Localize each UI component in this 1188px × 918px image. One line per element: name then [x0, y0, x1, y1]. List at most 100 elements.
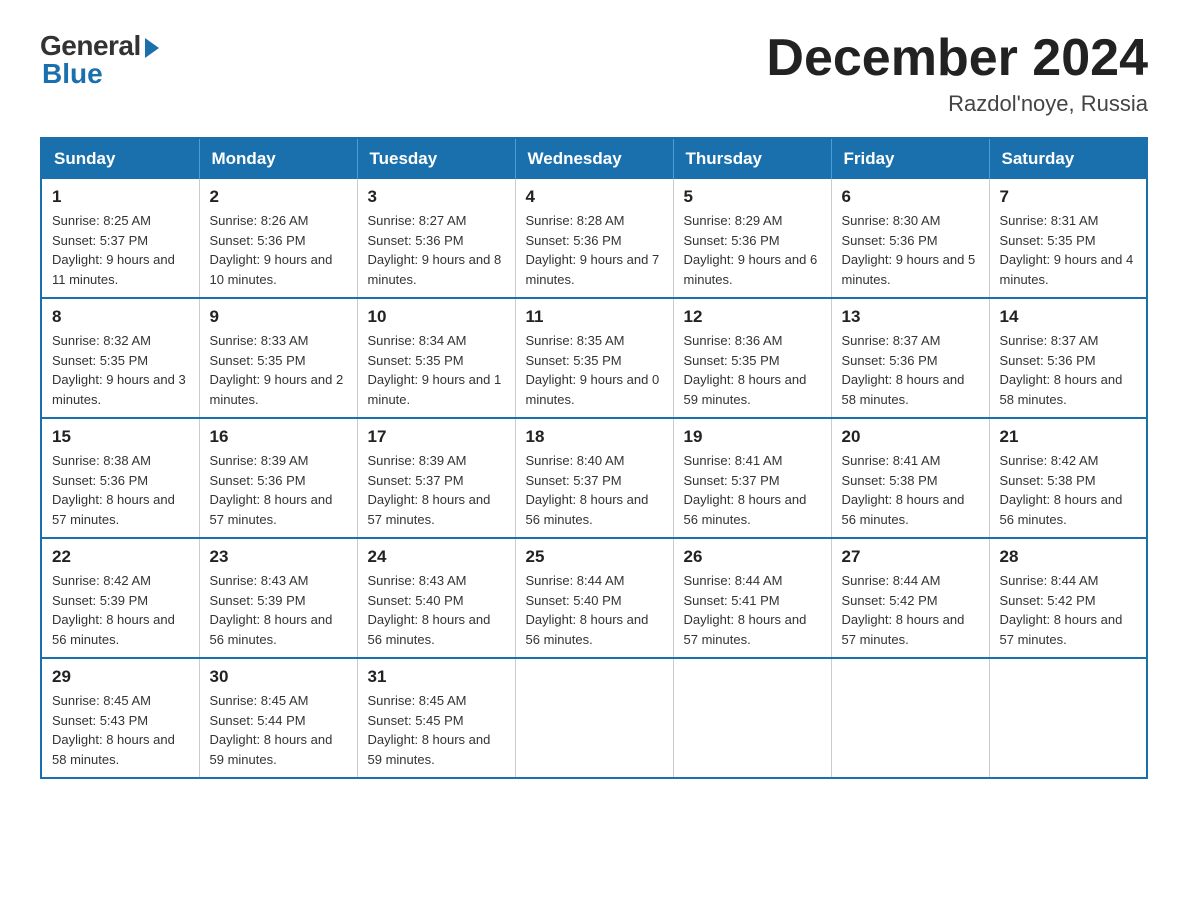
- calendar-cell: 21 Sunrise: 8:42 AM Sunset: 5:38 PM Dayl…: [989, 418, 1147, 538]
- day-number: 14: [1000, 307, 1137, 327]
- day-info: Sunrise: 8:39 AM Sunset: 5:36 PM Dayligh…: [210, 451, 347, 529]
- calendar-cell: 10 Sunrise: 8:34 AM Sunset: 5:35 PM Dayl…: [357, 298, 515, 418]
- day-info: Sunrise: 8:40 AM Sunset: 5:37 PM Dayligh…: [526, 451, 663, 529]
- day-number: 3: [368, 187, 505, 207]
- calendar-cell: 23 Sunrise: 8:43 AM Sunset: 5:39 PM Dayl…: [199, 538, 357, 658]
- day-number: 2: [210, 187, 347, 207]
- day-info: Sunrise: 8:44 AM Sunset: 5:41 PM Dayligh…: [684, 571, 821, 649]
- day-info: Sunrise: 8:31 AM Sunset: 5:35 PM Dayligh…: [1000, 211, 1137, 289]
- day-number: 16: [210, 427, 347, 447]
- location-subtitle: Razdol'noye, Russia: [766, 91, 1148, 117]
- day-number: 13: [842, 307, 979, 327]
- logo: General Blue: [40, 30, 159, 90]
- day-info: Sunrise: 8:35 AM Sunset: 5:35 PM Dayligh…: [526, 331, 663, 409]
- calendar-cell: 2 Sunrise: 8:26 AM Sunset: 5:36 PM Dayli…: [199, 179, 357, 298]
- calendar-cell: 25 Sunrise: 8:44 AM Sunset: 5:40 PM Dayl…: [515, 538, 673, 658]
- day-number: 20: [842, 427, 979, 447]
- calendar-table: SundayMondayTuesdayWednesdayThursdayFrid…: [40, 137, 1148, 779]
- calendar-cell: 22 Sunrise: 8:42 AM Sunset: 5:39 PM Dayl…: [41, 538, 199, 658]
- calendar-header-row: SundayMondayTuesdayWednesdayThursdayFrid…: [41, 138, 1147, 179]
- calendar-cell: 5 Sunrise: 8:29 AM Sunset: 5:36 PM Dayli…: [673, 179, 831, 298]
- page-header: General Blue December 2024 Razdol'noye, …: [40, 30, 1148, 117]
- day-number: 18: [526, 427, 663, 447]
- weekday-header-saturday: Saturday: [989, 138, 1147, 179]
- day-info: Sunrise: 8:38 AM Sunset: 5:36 PM Dayligh…: [52, 451, 189, 529]
- calendar-cell: 28 Sunrise: 8:44 AM Sunset: 5:42 PM Dayl…: [989, 538, 1147, 658]
- day-number: 19: [684, 427, 821, 447]
- calendar-cell: 6 Sunrise: 8:30 AM Sunset: 5:36 PM Dayli…: [831, 179, 989, 298]
- day-number: 27: [842, 547, 979, 567]
- weekday-header-sunday: Sunday: [41, 138, 199, 179]
- calendar-cell: [673, 658, 831, 778]
- day-info: Sunrise: 8:27 AM Sunset: 5:36 PM Dayligh…: [368, 211, 505, 289]
- day-number: 29: [52, 667, 189, 687]
- calendar-cell: 24 Sunrise: 8:43 AM Sunset: 5:40 PM Dayl…: [357, 538, 515, 658]
- day-info: Sunrise: 8:26 AM Sunset: 5:36 PM Dayligh…: [210, 211, 347, 289]
- calendar-cell: 29 Sunrise: 8:45 AM Sunset: 5:43 PM Dayl…: [41, 658, 199, 778]
- day-info: Sunrise: 8:39 AM Sunset: 5:37 PM Dayligh…: [368, 451, 505, 529]
- title-block: December 2024 Razdol'noye, Russia: [766, 30, 1148, 117]
- day-info: Sunrise: 8:28 AM Sunset: 5:36 PM Dayligh…: [526, 211, 663, 289]
- day-info: Sunrise: 8:43 AM Sunset: 5:39 PM Dayligh…: [210, 571, 347, 649]
- day-info: Sunrise: 8:25 AM Sunset: 5:37 PM Dayligh…: [52, 211, 189, 289]
- day-number: 22: [52, 547, 189, 567]
- calendar-cell: 12 Sunrise: 8:36 AM Sunset: 5:35 PM Dayl…: [673, 298, 831, 418]
- day-info: Sunrise: 8:41 AM Sunset: 5:37 PM Dayligh…: [684, 451, 821, 529]
- day-info: Sunrise: 8:44 AM Sunset: 5:42 PM Dayligh…: [1000, 571, 1137, 649]
- day-number: 28: [1000, 547, 1137, 567]
- day-info: Sunrise: 8:33 AM Sunset: 5:35 PM Dayligh…: [210, 331, 347, 409]
- calendar-cell: 13 Sunrise: 8:37 AM Sunset: 5:36 PM Dayl…: [831, 298, 989, 418]
- day-number: 1: [52, 187, 189, 207]
- day-info: Sunrise: 8:45 AM Sunset: 5:44 PM Dayligh…: [210, 691, 347, 769]
- day-info: Sunrise: 8:36 AM Sunset: 5:35 PM Dayligh…: [684, 331, 821, 409]
- calendar-cell: 30 Sunrise: 8:45 AM Sunset: 5:44 PM Dayl…: [199, 658, 357, 778]
- day-info: Sunrise: 8:41 AM Sunset: 5:38 PM Dayligh…: [842, 451, 979, 529]
- calendar-cell: 31 Sunrise: 8:45 AM Sunset: 5:45 PM Dayl…: [357, 658, 515, 778]
- day-number: 15: [52, 427, 189, 447]
- day-number: 10: [368, 307, 505, 327]
- calendar-cell: 4 Sunrise: 8:28 AM Sunset: 5:36 PM Dayli…: [515, 179, 673, 298]
- calendar-week-row: 1 Sunrise: 8:25 AM Sunset: 5:37 PM Dayli…: [41, 179, 1147, 298]
- day-number: 17: [368, 427, 505, 447]
- day-info: Sunrise: 8:37 AM Sunset: 5:36 PM Dayligh…: [842, 331, 979, 409]
- day-info: Sunrise: 8:44 AM Sunset: 5:40 PM Dayligh…: [526, 571, 663, 649]
- day-info: Sunrise: 8:37 AM Sunset: 5:36 PM Dayligh…: [1000, 331, 1137, 409]
- calendar-cell: 20 Sunrise: 8:41 AM Sunset: 5:38 PM Dayl…: [831, 418, 989, 538]
- calendar-cell: 26 Sunrise: 8:44 AM Sunset: 5:41 PM Dayl…: [673, 538, 831, 658]
- day-number: 21: [1000, 427, 1137, 447]
- day-number: 7: [1000, 187, 1137, 207]
- calendar-cell: 15 Sunrise: 8:38 AM Sunset: 5:36 PM Dayl…: [41, 418, 199, 538]
- day-info: Sunrise: 8:43 AM Sunset: 5:40 PM Dayligh…: [368, 571, 505, 649]
- logo-arrow-icon: [145, 38, 159, 58]
- day-number: 30: [210, 667, 347, 687]
- day-info: Sunrise: 8:42 AM Sunset: 5:38 PM Dayligh…: [1000, 451, 1137, 529]
- calendar-cell: 8 Sunrise: 8:32 AM Sunset: 5:35 PM Dayli…: [41, 298, 199, 418]
- weekday-header-friday: Friday: [831, 138, 989, 179]
- day-info: Sunrise: 8:30 AM Sunset: 5:36 PM Dayligh…: [842, 211, 979, 289]
- day-number: 9: [210, 307, 347, 327]
- day-number: 31: [368, 667, 505, 687]
- day-number: 4: [526, 187, 663, 207]
- day-number: 26: [684, 547, 821, 567]
- calendar-cell: [831, 658, 989, 778]
- calendar-cell: 11 Sunrise: 8:35 AM Sunset: 5:35 PM Dayl…: [515, 298, 673, 418]
- day-number: 5: [684, 187, 821, 207]
- day-number: 24: [368, 547, 505, 567]
- calendar-cell: 1 Sunrise: 8:25 AM Sunset: 5:37 PM Dayli…: [41, 179, 199, 298]
- weekday-header-tuesday: Tuesday: [357, 138, 515, 179]
- day-info: Sunrise: 8:34 AM Sunset: 5:35 PM Dayligh…: [368, 331, 505, 409]
- day-number: 23: [210, 547, 347, 567]
- logo-blue-text: Blue: [40, 58, 103, 90]
- calendar-cell: 17 Sunrise: 8:39 AM Sunset: 5:37 PM Dayl…: [357, 418, 515, 538]
- calendar-week-row: 22 Sunrise: 8:42 AM Sunset: 5:39 PM Dayl…: [41, 538, 1147, 658]
- day-info: Sunrise: 8:44 AM Sunset: 5:42 PM Dayligh…: [842, 571, 979, 649]
- calendar-week-row: 15 Sunrise: 8:38 AM Sunset: 5:36 PM Dayl…: [41, 418, 1147, 538]
- month-year-title: December 2024: [766, 30, 1148, 87]
- day-info: Sunrise: 8:45 AM Sunset: 5:43 PM Dayligh…: [52, 691, 189, 769]
- calendar-week-row: 29 Sunrise: 8:45 AM Sunset: 5:43 PM Dayl…: [41, 658, 1147, 778]
- calendar-cell: 16 Sunrise: 8:39 AM Sunset: 5:36 PM Dayl…: [199, 418, 357, 538]
- day-number: 6: [842, 187, 979, 207]
- day-info: Sunrise: 8:45 AM Sunset: 5:45 PM Dayligh…: [368, 691, 505, 769]
- calendar-cell: [989, 658, 1147, 778]
- calendar-cell: 27 Sunrise: 8:44 AM Sunset: 5:42 PM Dayl…: [831, 538, 989, 658]
